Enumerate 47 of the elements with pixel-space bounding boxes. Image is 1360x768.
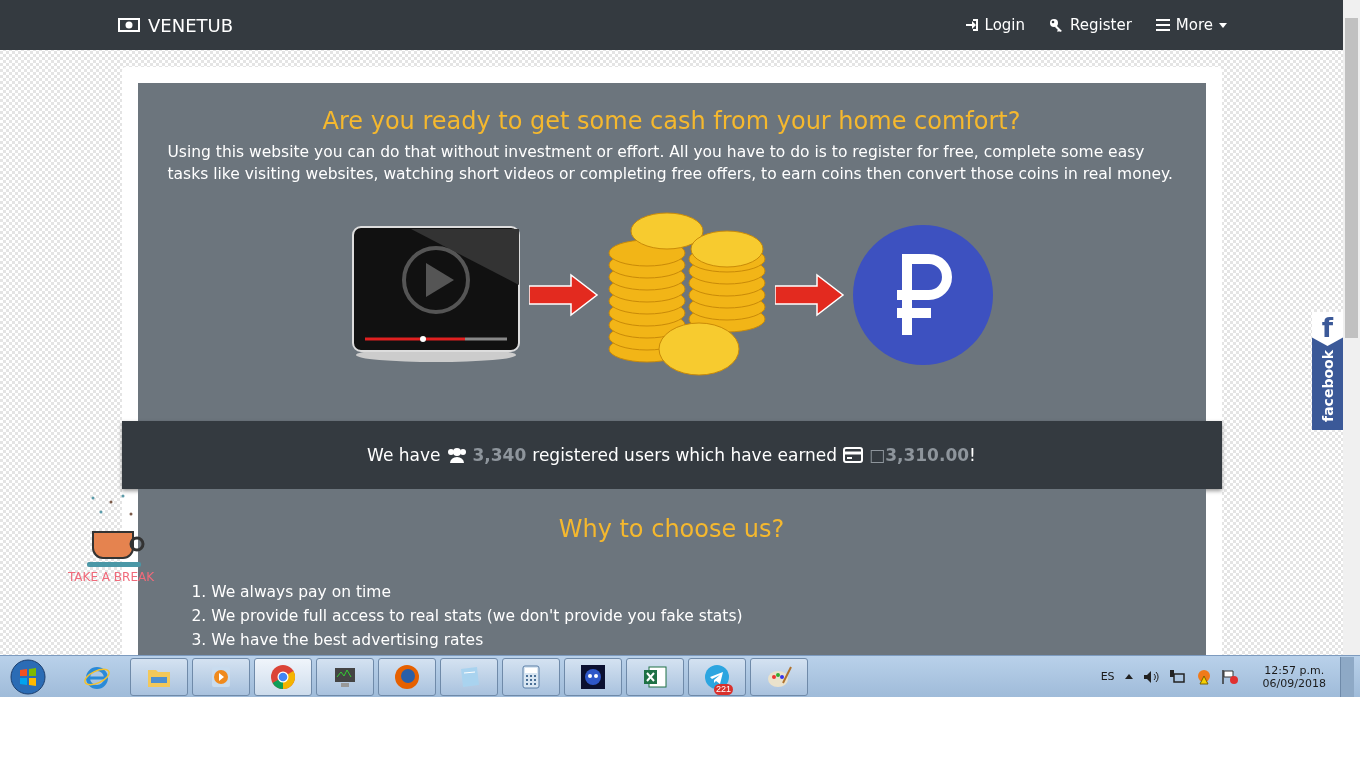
hero-text: Using this website you can do that without investment or effort. All you have to do is to register for free, complete some easy tasks like visiting websites, watching short videos or completing free offers, to earn coins then convert those coins in real money. [167,142,1174,185]
banknote-icon [118,18,140,32]
sign-in-icon [964,18,979,32]
arrow-icon [528,273,599,317]
start-orb-icon [10,658,46,695]
show-desktop-button[interactable] [1340,656,1354,697]
facebook-tab[interactable]: f facebook [1312,312,1343,430]
clock[interactable]: 12:57 p.m. 06/09/2018 [1262,663,1326,690]
stats-text: ! [969,445,976,465]
firefox-icon [393,662,421,691]
stats-text: registered users which have earned [532,445,838,465]
network-icon[interactable] [1168,668,1185,685]
caret-up-icon[interactable] [1124,674,1133,679]
facebook-letter: f [1321,312,1334,345]
key-icon [1049,18,1065,32]
speaker-icon[interactable] [1142,669,1159,684]
flag-icon[interactable] [1220,668,1239,685]
clock-time: 12:57 p.m. [1264,663,1325,677]
unread-badge: 221 [713,683,733,695]
hero-title: Are you ready to get some cash from your home comfort? [321,107,1022,135]
arrow-icon [774,273,845,317]
taskbar-app[interactable] [626,657,684,696]
clock-date: 06/09/2018 [1262,676,1326,690]
brand-link[interactable]: VENETUB [118,14,234,36]
stats-text: We have [367,445,441,465]
taskbar-app[interactable] [564,657,622,696]
earned-amount: □3,310.00 [869,445,970,465]
users-count: 3,340 [472,445,527,465]
menu-icon [1155,19,1170,31]
login-link[interactable]: Login [964,16,1026,34]
caret-icon [1219,22,1227,28]
list-item: 2. We provide full access to real stats (we don't provide you fake stats) [191,607,744,626]
users-icon [446,447,467,463]
list-item: 1. We always pay on time [191,583,392,602]
language-indicator[interactable]: ES [1100,670,1115,683]
more-link[interactable]: More [1155,16,1227,34]
list-item: 3. We have the best advertising rates [191,631,485,650]
chrome-icon [269,662,297,691]
credit-card-icon [843,447,864,463]
ruble-icon [852,225,993,365]
facebook-label: facebook [1319,350,1336,422]
mask-icon [579,662,607,691]
why-title: Why to choose us? [557,515,786,543]
register-link[interactable]: Register [1049,16,1132,34]
taskbar-app[interactable]: 221 [688,657,746,696]
taskbar-app[interactable] [316,657,374,696]
paper-plane-icon [703,662,731,691]
